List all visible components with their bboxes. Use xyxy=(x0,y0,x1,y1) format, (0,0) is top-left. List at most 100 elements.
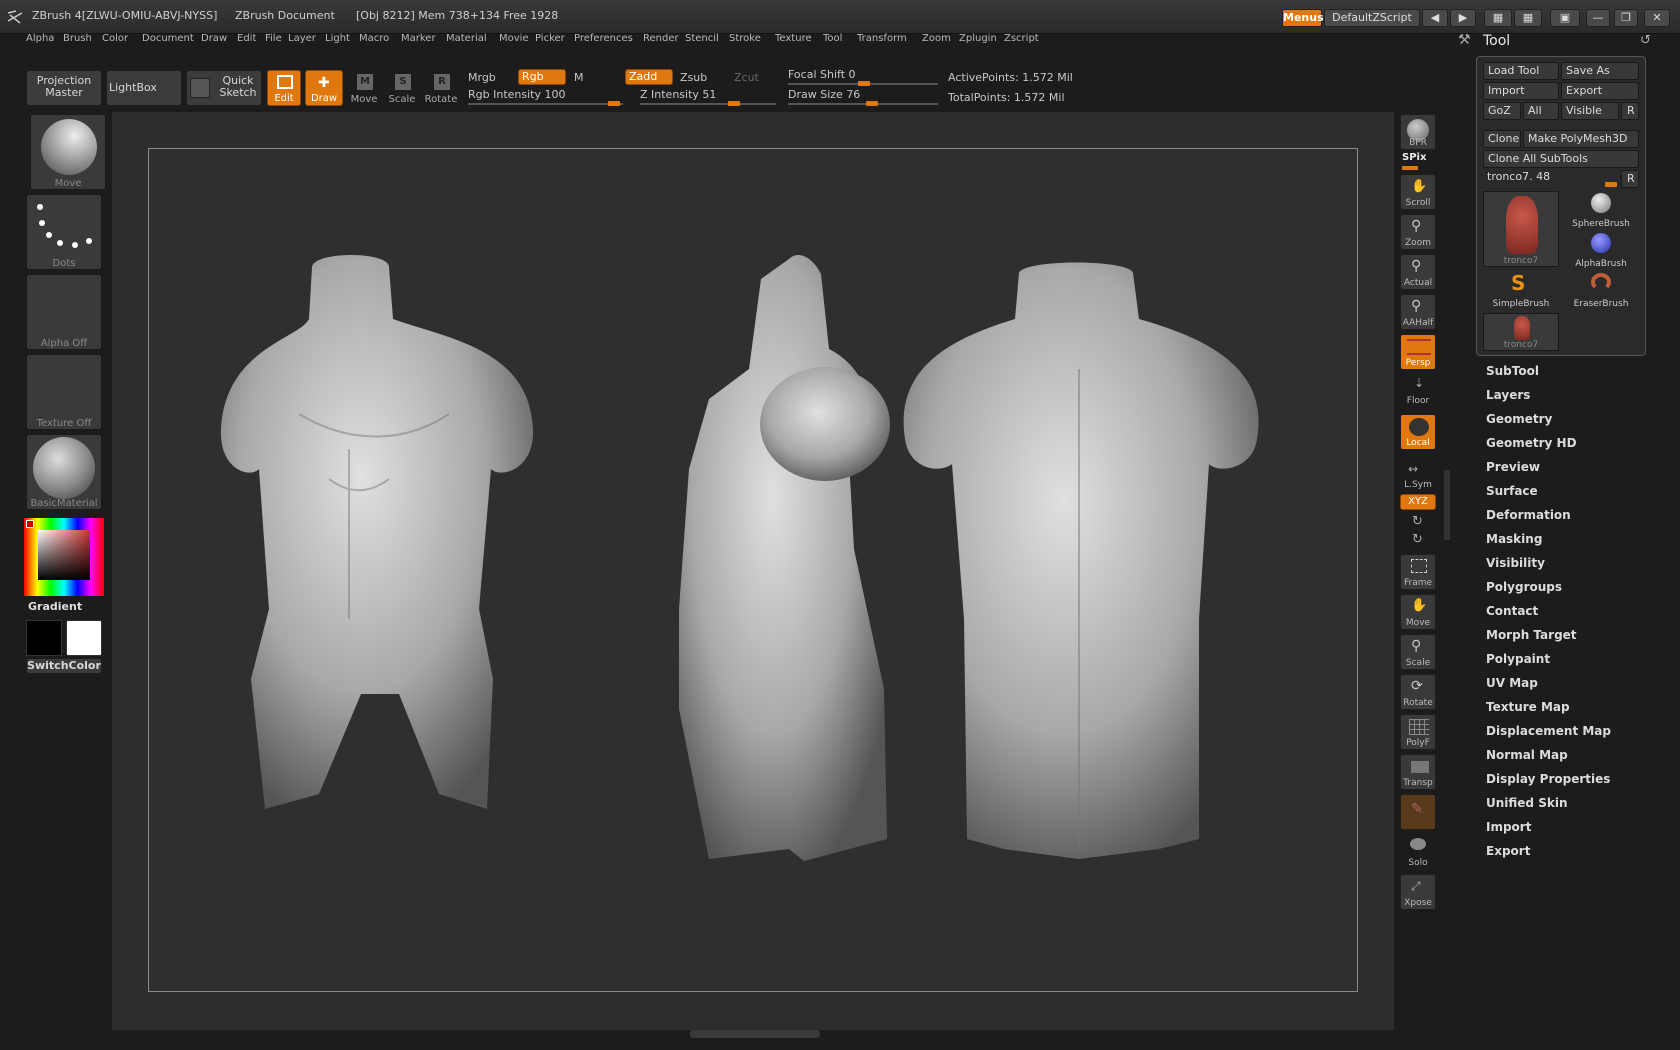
menu-marker[interactable]: Marker xyxy=(401,33,436,44)
rotate-button[interactable]: Rotate R xyxy=(423,70,459,106)
zadd-toggle[interactable]: Zadd xyxy=(625,69,673,85)
export-button[interactable]: Export xyxy=(1561,82,1639,100)
tool-menu-import[interactable]: Import xyxy=(1486,820,1531,834)
maximize-icon[interactable]: ❐ xyxy=(1614,9,1638,27)
z-intensity-knob[interactable] xyxy=(728,101,740,106)
layout-right-icon[interactable]: ▦ xyxy=(1514,9,1542,27)
goz-button[interactable]: GoZ xyxy=(1483,102,1521,120)
move-view-button[interactable]: ✋ Move xyxy=(1400,594,1436,630)
aahalf-button[interactable]: ⚲ AAHalf xyxy=(1400,294,1436,330)
floor-button[interactable]: ⇣ Floor xyxy=(1400,374,1436,406)
zoom-button[interactable]: ⚲ Zoom xyxy=(1400,214,1436,250)
tool-menu-normal-map[interactable]: Normal Map xyxy=(1486,748,1568,762)
menu-movie[interactable]: Movie xyxy=(499,33,529,44)
tool-menu-contact[interactable]: Contact xyxy=(1486,604,1538,618)
tool-menu-surface[interactable]: Surface xyxy=(1486,484,1538,498)
m-toggle[interactable]: M xyxy=(574,71,584,84)
menu-file[interactable]: File xyxy=(265,33,282,44)
save-as-button[interactable]: Save As xyxy=(1561,62,1639,80)
tool-menu-uv-map[interactable]: UV Map xyxy=(1486,676,1538,690)
menu-transform[interactable]: Transform xyxy=(857,33,907,44)
lock-icon[interactable]: ▣ xyxy=(1550,9,1580,27)
zcut-toggle[interactable]: Zcut xyxy=(734,71,759,84)
make-polymesh3d-button[interactable]: Make PolyMesh3D xyxy=(1523,130,1639,148)
tool-menu-visibility[interactable]: Visibility xyxy=(1486,556,1545,570)
z-intensity-slider[interactable]: Z Intensity 51 xyxy=(640,88,776,106)
draw-size-knob[interactable] xyxy=(866,101,878,106)
tool-thumb-tronco7-small[interactable]: tronco7 xyxy=(1483,313,1559,351)
actual-button[interactable]: ⚲ Actual xyxy=(1400,254,1436,290)
focal-shift-knob[interactable] xyxy=(858,81,870,86)
scale-button[interactable]: Scale S xyxy=(385,70,419,106)
rotate-view-button[interactable]: ⟳ Rotate xyxy=(1400,674,1436,710)
default-zscript-button[interactable]: DefaultZScript xyxy=(1324,9,1420,27)
tool-thumb-alphabrush[interactable]: AlphaBrush xyxy=(1563,231,1639,269)
tool-thumb-eraserbrush[interactable]: EraserBrush xyxy=(1563,271,1639,309)
tool-menu-layers[interactable]: Layers xyxy=(1486,388,1530,402)
alpha-selector[interactable]: Alpha Off xyxy=(26,274,102,350)
rgb-toggle[interactable]: Rgb xyxy=(518,69,566,85)
menu-zoom[interactable]: Zoom xyxy=(922,33,951,44)
menu-macro[interactable]: Macro xyxy=(359,33,389,44)
tool-thumb-tronco7[interactable]: tronco7 xyxy=(1483,191,1559,267)
polyf-button[interactable]: PolyF xyxy=(1400,714,1436,750)
menu-zscript[interactable]: Zscript xyxy=(1004,33,1039,44)
clone-all-subtools-button[interactable]: Clone All SubTools xyxy=(1483,150,1639,168)
tool-menu-masking[interactable]: Masking xyxy=(1486,532,1542,546)
lightbox-button[interactable]: LightBox xyxy=(106,70,182,106)
menu-zplugin[interactable]: Zplugin xyxy=(959,33,997,44)
rotate-y-icon[interactable]: ↻ xyxy=(1412,514,1423,529)
menu-tool[interactable]: Tool xyxy=(823,33,842,44)
menu-layer[interactable]: Layer xyxy=(288,33,316,44)
main-color-swatch[interactable] xyxy=(26,620,62,656)
menu-preferences[interactable]: Preferences xyxy=(574,33,633,44)
menu-picker[interactable]: Picker xyxy=(535,33,565,44)
refresh-icon[interactable]: ↺ xyxy=(1640,33,1651,48)
bpr-button[interactable]: BPR xyxy=(1400,114,1436,150)
scroll-button[interactable]: ✋ Scroll xyxy=(1400,174,1436,210)
tool-menu-displacement-map[interactable]: Displacement Map xyxy=(1486,724,1611,738)
load-tool-button[interactable]: Load Tool xyxy=(1483,62,1559,80)
move-button[interactable]: Move M xyxy=(347,70,381,106)
menu-light[interactable]: Light xyxy=(325,33,350,44)
menu-stroke[interactable]: Stroke xyxy=(729,33,761,44)
menu-brush[interactable]: Brush xyxy=(63,33,92,44)
menus-button[interactable]: Menus xyxy=(1282,9,1324,27)
tool-menu-polypaint[interactable]: Polypaint xyxy=(1486,652,1550,666)
draw-button[interactable]: Draw ✚ xyxy=(305,70,343,106)
tool-thumb-spherebrush[interactable]: SphereBrush xyxy=(1563,191,1639,229)
menu-alpha[interactable]: Alpha xyxy=(26,33,54,44)
material-selector[interactable]: BasicMaterial xyxy=(26,434,102,510)
tool-menu-unified-skin[interactable]: Unified Skin xyxy=(1486,796,1567,810)
menu-material[interactable]: Material xyxy=(446,33,487,44)
lsym-button[interactable]: ↔ L.Sym xyxy=(1400,462,1436,490)
tool-menu-subtool[interactable]: SubTool xyxy=(1486,364,1539,378)
mrgb-toggle[interactable]: Mrgb xyxy=(468,71,496,84)
scroll-left-icon[interactable]: ◀ xyxy=(1422,9,1448,27)
zsub-toggle[interactable]: Zsub xyxy=(680,71,707,84)
rgb-intensity-knob[interactable] xyxy=(608,101,620,106)
texture-selector[interactable]: Texture Off xyxy=(26,354,102,430)
document-canvas[interactable] xyxy=(148,148,1358,992)
canvas-scroll-handle[interactable] xyxy=(690,1030,820,1038)
close-icon[interactable]: ✕ xyxy=(1644,9,1670,27)
transp-button[interactable]: Transp xyxy=(1400,754,1436,790)
tool-menu-preview[interactable]: Preview xyxy=(1486,460,1540,474)
xyz-button[interactable]: XYZ xyxy=(1400,494,1436,510)
tool-menu-geometry-hd[interactable]: Geometry HD xyxy=(1486,436,1577,450)
switch-color-button[interactable]: SwitchColor xyxy=(26,658,102,674)
menu-stencil[interactable]: Stencil xyxy=(685,33,719,44)
visible-button[interactable]: Visible xyxy=(1561,102,1619,120)
tool-palette-title[interactable]: Tool xyxy=(1483,33,1510,49)
tool-menu-display-properties[interactable]: Display Properties xyxy=(1486,772,1610,786)
scale-view-button[interactable]: ⚲ Scale xyxy=(1400,634,1436,670)
goz-r-button[interactable]: R xyxy=(1621,102,1639,120)
secondary-color-swatch[interactable] xyxy=(66,620,102,656)
focal-shift-slider[interactable]: Focal Shift 0 xyxy=(788,68,938,86)
stroke-selector[interactable]: Dots xyxy=(26,194,102,270)
current-tool-knob[interactable] xyxy=(1605,182,1617,187)
menu-draw[interactable]: Draw xyxy=(201,33,227,44)
layout-left-icon[interactable]: ▦ xyxy=(1484,9,1512,27)
panel-splitter[interactable] xyxy=(1444,470,1450,540)
tool-r-button[interactable]: R xyxy=(1621,170,1639,188)
